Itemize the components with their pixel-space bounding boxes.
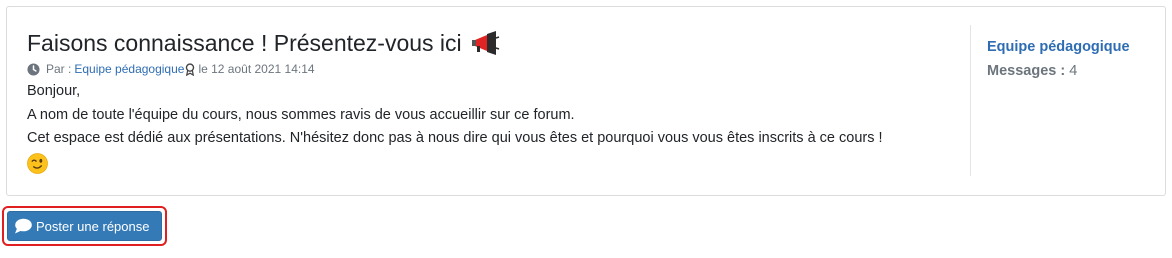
reply-button-highlight: Poster une réponse: [2, 206, 167, 246]
post-paragraph: A nom de toute l'équipe du cours, nous s…: [27, 106, 575, 123]
post-title: Faisons connaissance ! Présentez-vous ic…: [27, 29, 967, 57]
reply-button-label: Poster une réponse: [36, 218, 150, 234]
author-sidebar: Equipe pédagogique Messages : 4: [987, 35, 1130, 83]
post-body: Bonjour, A nom de toute l'équipe du cour…: [27, 80, 967, 182]
award-icon: [186, 62, 195, 76]
messages-value: 4: [1069, 63, 1078, 79]
forum-post: Faisons connaissance ! Présentez-vous ic…: [6, 6, 1166, 196]
meta-prefix: Par :: [46, 62, 72, 76]
wink-emoji-icon: [27, 152, 48, 174]
messages-label: Messages :: [987, 63, 1066, 79]
megaphone-icon: [471, 31, 499, 55]
post-paragraph: Cet espace est dédié aux présentations. …: [27, 130, 883, 146]
post-title-text: Faisons connaissance ! Présentez-vous ic…: [27, 30, 462, 56]
post-content: Faisons connaissance ! Présentez-vous ic…: [27, 29, 967, 182]
clock-icon: [27, 62, 40, 76]
speech-bubble-icon: [15, 218, 32, 234]
sidebar-divider: [970, 25, 971, 176]
sidebar-author-link[interactable]: Equipe pédagogique: [987, 35, 1130, 59]
post-reply-button[interactable]: Poster une réponse: [7, 211, 162, 241]
post-author-link[interactable]: Equipe pédagogique: [74, 61, 184, 77]
post-meta: Par : Equipe pédagogique le 12 août 2021…: [27, 61, 967, 77]
messages-count: Messages : 4: [987, 59, 1130, 83]
post-date: le 12 août 2021 14:14: [198, 62, 315, 76]
post-paragraph: Bonjour,: [27, 83, 81, 99]
